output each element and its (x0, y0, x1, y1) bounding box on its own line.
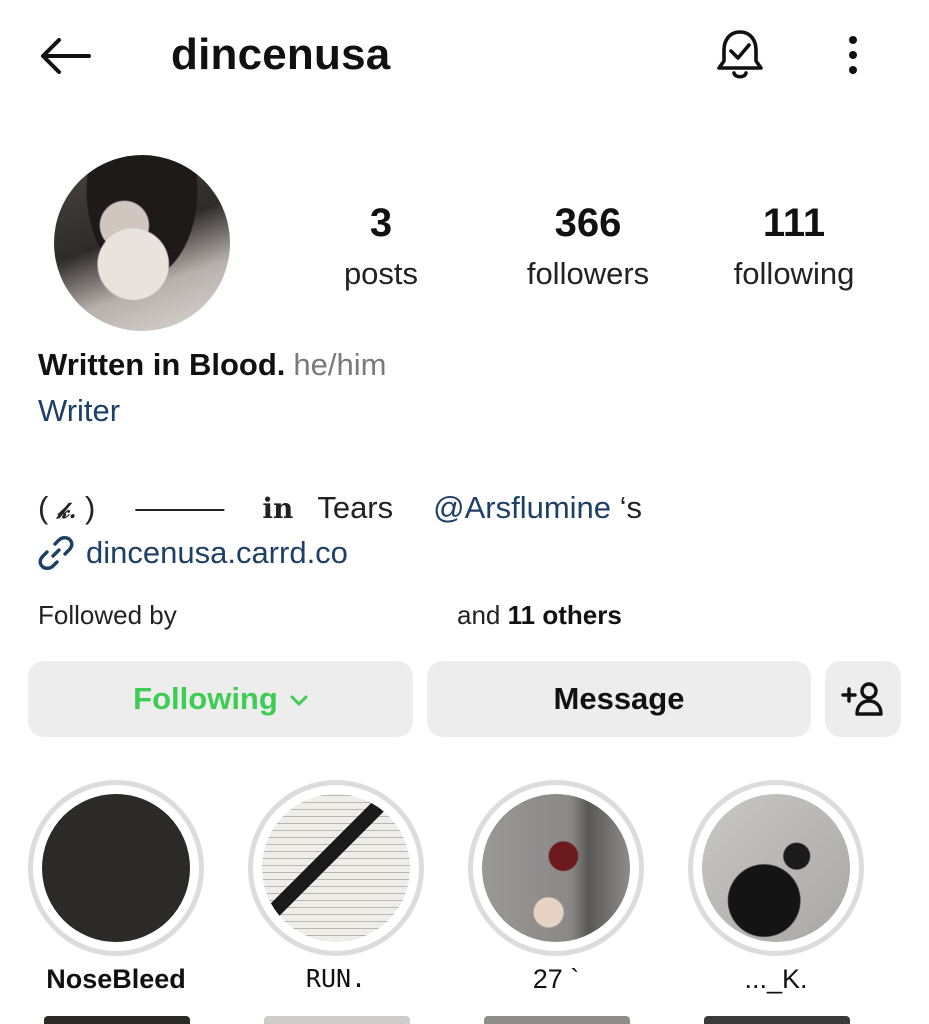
highlight-ring (28, 780, 204, 956)
highlight-cover (482, 794, 630, 942)
highlight-item[interactable]: RUN. (248, 780, 424, 993)
more-options-button[interactable] (830, 30, 876, 80)
followed-by-label[interactable]: Followed by (38, 600, 177, 631)
top-bar: dincenusa (0, 0, 929, 112)
followed-by-others[interactable]: and 11 others (457, 600, 622, 631)
following-stat[interactable]: 111 following (714, 200, 874, 296)
notifications-button[interactable] (710, 24, 770, 86)
highlight-item[interactable]: 27 ` (468, 780, 644, 994)
chevron-down-icon (290, 695, 308, 706)
highlight-cover (702, 794, 850, 942)
followers-stat[interactable]: 366 followers (505, 200, 671, 296)
bio-glyph: 𝓀. (56, 498, 77, 524)
following-button[interactable]: Following (28, 661, 413, 737)
bio-paren-close: ) (76, 490, 96, 525)
bio-in: in (262, 492, 294, 525)
next-row-thumbnail[interactable] (704, 1016, 850, 1024)
suggested-users-button[interactable] (825, 661, 901, 737)
display-name: Written in Blood. (38, 347, 286, 382)
bio-mention-link[interactable]: @Arsflumine (433, 490, 611, 526)
highlight-cover (262, 794, 410, 942)
highlight-ring (468, 780, 644, 956)
next-row-thumbnail[interactable] (44, 1016, 190, 1024)
message-button[interactable]: Message (427, 661, 811, 737)
followers-label: followers (526, 256, 650, 291)
followed-and-text: and (457, 600, 508, 630)
bio-text-line: ( 𝓀. ) ——— in Tears @Arsflumine ‘s (38, 490, 642, 526)
external-link-text: dincenusa.carrd.co (86, 535, 348, 570)
external-link[interactable]: dincenusa.carrd.co (38, 535, 348, 571)
bio-dash: ——— (135, 490, 224, 525)
posts-count: 3 (369, 201, 393, 245)
following-count: 111 (762, 201, 826, 245)
bio-name-row: Written in Blood. he/him (38, 347, 386, 383)
posts-stat[interactable]: 3 posts (330, 200, 432, 296)
arrow-left-icon (41, 38, 91, 74)
highlight-item[interactable]: NoseBleed (28, 780, 204, 994)
next-row-thumbnail[interactable] (484, 1016, 630, 1024)
bio-tears: Tears (317, 490, 394, 525)
highlight-ring (688, 780, 864, 956)
profile-username: dincenusa (171, 30, 391, 79)
posts-label: posts (343, 256, 419, 291)
next-row-thumbnail[interactable] (264, 1016, 410, 1024)
following-label: following (733, 256, 855, 291)
message-button-label: Message (553, 681, 685, 716)
link-icon (38, 536, 74, 570)
back-button[interactable] (34, 30, 96, 82)
highlight-title: 27 ` (532, 964, 580, 994)
following-button-label: Following (133, 681, 278, 716)
bio-mention-suffix: ‘s (611, 490, 643, 525)
more-vertical-icon (849, 36, 857, 74)
highlight-title: RUN. (305, 964, 367, 993)
profile-category: Writer (38, 393, 121, 428)
followers-count: 366 (554, 201, 622, 245)
bell-check-icon (717, 30, 763, 79)
add-person-icon (841, 682, 883, 716)
profile-avatar[interactable] (54, 155, 230, 331)
highlight-cover (42, 794, 190, 942)
highlight-title: NoseBleed (46, 964, 186, 994)
pronouns: he/him (293, 347, 387, 382)
followed-others-count: 11 others (507, 600, 622, 630)
highlight-ring (248, 780, 424, 956)
highlight-title: ..._K. (744, 964, 808, 994)
bio-paren-open: ( (38, 490, 57, 525)
highlight-item[interactable]: ..._K. (688, 780, 864, 994)
